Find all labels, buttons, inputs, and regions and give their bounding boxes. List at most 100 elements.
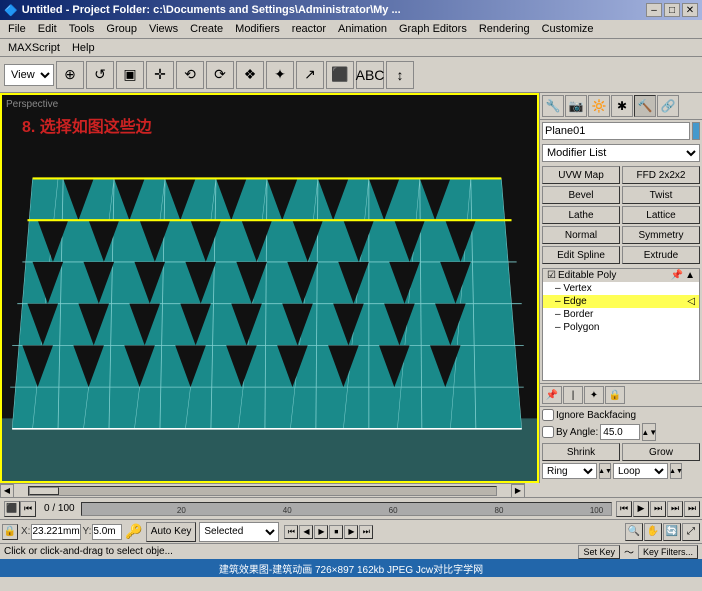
- extrude-button[interactable]: Extrude: [622, 246, 700, 264]
- ring-spinner[interactable]: ▲▼: [599, 463, 611, 479]
- close-button[interactable]: ✕: [682, 3, 698, 17]
- menu-item-maxscript[interactable]: MAXScript: [2, 40, 66, 56]
- by-angle-checkbox[interactable]: [542, 426, 554, 438]
- menu-item-tools[interactable]: Tools: [63, 21, 101, 37]
- toolbar-icon-3[interactable]: ✛: [146, 61, 174, 89]
- toolbar-icon-9[interactable]: ⬛: [326, 61, 354, 89]
- menu-item-animation[interactable]: Animation: [332, 21, 393, 37]
- lattice-button[interactable]: Lattice: [622, 206, 700, 224]
- by-angle-spinner[interactable]: ▲▼: [642, 423, 656, 441]
- pb-play[interactable]: ▶: [314, 525, 328, 539]
- pb-prev[interactable]: ◀: [299, 525, 313, 539]
- menu-item-modifiers[interactable]: Modifiers: [229, 21, 286, 37]
- ignore-backfacing-checkbox[interactable]: [542, 409, 554, 421]
- modify-icon[interactable]: 🔨: [634, 95, 656, 117]
- bevel-button[interactable]: Bevel: [542, 186, 620, 204]
- toolbar-icon-6[interactable]: ❖: [236, 61, 264, 89]
- stack-highlight-button[interactable]: ✦: [584, 386, 604, 404]
- stack-show-button[interactable]: |: [563, 386, 583, 404]
- vp-pan[interactable]: ✋: [644, 523, 662, 541]
- normal-button[interactable]: Normal: [542, 226, 620, 244]
- twist-button[interactable]: Twist: [622, 186, 700, 204]
- autokey-button[interactable]: Auto Key: [146, 522, 197, 542]
- loop-spinner[interactable]: ▲▼: [670, 463, 682, 479]
- ffd-button[interactable]: FFD 2x2x2: [622, 166, 700, 184]
- stack-lock-button[interactable]: 🔒: [605, 386, 625, 404]
- vp-orbit[interactable]: 🔄: [663, 523, 681, 541]
- end-button[interactable]: ⏭: [667, 501, 683, 517]
- maximize-button[interactable]: □: [664, 3, 680, 17]
- vp-max[interactable]: ⤢: [682, 523, 700, 541]
- shrink-button[interactable]: Shrink: [542, 443, 620, 461]
- menu-item-group[interactable]: Group: [100, 21, 143, 37]
- stack-item-vertex[interactable]: – Vertex: [543, 282, 699, 295]
- loop-select[interactable]: Loop: [613, 463, 668, 479]
- viewport[interactable]: Perspective 8. 选择如图这些边: [0, 93, 539, 483]
- keyfilters-button[interactable]: Key Filters...: [638, 545, 698, 559]
- timeline-btn-1[interactable]: ⬛: [4, 501, 20, 517]
- minimize-button[interactable]: –: [646, 3, 662, 17]
- vp-zoom[interactable]: 🔍: [625, 523, 643, 541]
- toolbar-icon-7[interactable]: ✦: [266, 61, 294, 89]
- menu-item-views[interactable]: Views: [143, 21, 184, 37]
- coord-x-input[interactable]: [31, 524, 81, 540]
- stack-item-border[interactable]: – Border: [543, 308, 699, 321]
- object-name-input[interactable]: [542, 122, 690, 140]
- view-select[interactable]: View: [4, 64, 54, 86]
- menu-item-file[interactable]: File: [2, 21, 32, 37]
- viewport-hscroll[interactable]: ◀ ▶: [0, 483, 525, 497]
- selected-dropdown[interactable]: Selected: [199, 522, 279, 542]
- menu-item-rendering[interactable]: Rendering: [473, 21, 536, 37]
- menu-item-help[interactable]: Help: [66, 40, 101, 56]
- menu-item-create[interactable]: Create: [184, 21, 229, 37]
- grow-button[interactable]: Grow: [622, 443, 700, 461]
- stack-pin-button[interactable]: 📌: [542, 386, 562, 404]
- toolbar-icon-10[interactable]: ABC: [356, 61, 384, 89]
- lathe-button[interactable]: Lathe: [542, 206, 620, 224]
- menu-item-reactor[interactable]: reactor: [286, 21, 332, 37]
- scroll-left-button[interactable]: ◀: [0, 484, 14, 498]
- menu-item-edit[interactable]: Edit: [32, 21, 63, 37]
- edit-spline-button[interactable]: Edit Spline: [542, 246, 620, 264]
- uvw-map-button[interactable]: UVW Map: [542, 166, 620, 184]
- timeline-btn-2[interactable]: ⏮: [20, 501, 36, 517]
- symmetry-button[interactable]: Symmetry: [622, 226, 700, 244]
- pb-stop[interactable]: ⏹: [329, 525, 343, 539]
- next-button[interactable]: ⏭: [650, 501, 666, 517]
- toolbar-icon-11[interactable]: ↕: [386, 61, 414, 89]
- lock-icon[interactable]: 🔒: [2, 524, 18, 540]
- setkey-button[interactable]: Set Key: [578, 545, 620, 559]
- coord-y-input[interactable]: [92, 524, 122, 540]
- motion-icon[interactable]: 🔧: [542, 95, 564, 117]
- create-icon[interactable]: ✱: [611, 95, 633, 117]
- scroll-track[interactable]: [28, 486, 497, 496]
- pb-next[interactable]: ▶: [344, 525, 358, 539]
- stop-button[interactable]: ▶: [633, 501, 649, 517]
- scroll-thumb[interactable]: [29, 487, 59, 495]
- display-icon[interactable]: 📷: [565, 95, 587, 117]
- toolbar-icon-1[interactable]: ↺: [86, 61, 114, 89]
- toolbar-icon-8[interactable]: ↗: [296, 61, 324, 89]
- toolbar-icon-2[interactable]: ▣: [116, 61, 144, 89]
- play-button[interactable]: ⏮: [616, 501, 632, 517]
- utility-icon[interactable]: 🔆: [588, 95, 610, 117]
- object-color-box[interactable]: [692, 122, 700, 140]
- by-angle-input[interactable]: [600, 424, 640, 440]
- stack-item-edge[interactable]: – Edge ◁: [543, 295, 699, 308]
- hierarchy-icon[interactable]: 🔗: [657, 95, 679, 117]
- menu-item-graph-editors[interactable]: Graph Editors: [393, 21, 473, 37]
- menu-item-customize[interactable]: Customize: [536, 21, 600, 37]
- toolbar-icon-4[interactable]: ⟲: [176, 61, 204, 89]
- ring-select[interactable]: Ring: [542, 463, 597, 479]
- toolbar-icon-5[interactable]: ⟳: [206, 61, 234, 89]
- pb-end[interactable]: ⏭: [359, 525, 373, 539]
- stack-scroll-up[interactable]: ▲: [685, 270, 695, 281]
- modifier-list-dropdown[interactable]: Modifier List: [542, 144, 700, 162]
- timeline-track[interactable]: 20 40 60 80 100: [81, 502, 612, 516]
- toolbar-icon-0[interactable]: ⊕: [56, 61, 84, 89]
- scroll-right-button[interactable]: ▶: [511, 484, 525, 498]
- ring-loop-row: Ring ▲▼ Loop ▲▼: [542, 463, 700, 479]
- stack-item-polygon[interactable]: – Polygon: [543, 321, 699, 334]
- pb-start[interactable]: ⏮: [284, 525, 298, 539]
- keys-button[interactable]: ⏭: [684, 501, 700, 517]
